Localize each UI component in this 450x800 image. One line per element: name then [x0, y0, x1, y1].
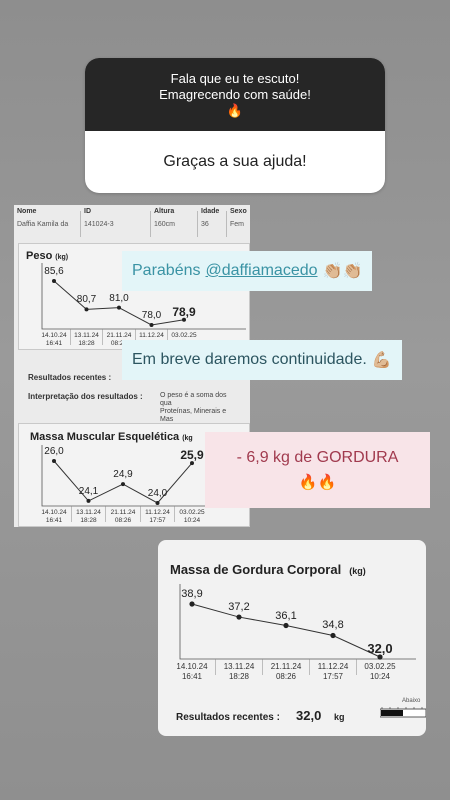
divider — [226, 211, 227, 237]
fat-mass-photo: Massa de Gordura Corporal (kg) 38,9 37,2 36… — [158, 540, 426, 736]
chart-title-text: Peso — [26, 250, 53, 262]
recent-results-unit: kg — [334, 712, 345, 722]
congrats-sticker[interactable]: Parabéns @daffiamacedo 👏🏼👏🏼 — [122, 251, 373, 291]
question-line: Emagrecendo com saúde! — [159, 86, 311, 102]
report-header: Nome Daffia Kamila da ID 141024-3 Altura… — [14, 208, 250, 237]
data-label: 25,9 — [180, 448, 204, 463]
chart-title-text: Massa Muscular Esquelética — [30, 431, 180, 443]
question-line: Fala que eu te escuto! — [170, 70, 300, 86]
header-value: Fem — [230, 221, 244, 228]
interpretation-label: Interpretação dos resultados : — [28, 392, 143, 401]
data-label: 81,0 — [109, 292, 129, 304]
data-point — [121, 482, 125, 487]
fat-loss-text: - 6,9 kg de GORDURA — [236, 449, 399, 466]
scale-bar — [380, 707, 426, 718]
data-label: 78,9 — [172, 304, 196, 319]
header-value: 141024-3 — [84, 221, 114, 228]
fire-emoji: 🔥🔥 — [298, 474, 337, 491]
fat-chart-title: Massa de Gordura Corporal (kg) — [170, 562, 366, 577]
recent-results-label: Resultados recentes : — [28, 373, 112, 382]
header-cell-id: ID 141024-3 — [84, 208, 114, 228]
congrats-text: Parabéns — [132, 262, 201, 279]
divider — [80, 211, 81, 237]
data-label: 85,6 — [44, 266, 64, 277]
data-point — [283, 622, 289, 629]
chart-unit: (kg) — [349, 566, 366, 576]
muscle-chart-title: Massa Muscular Esquelética (kg — [30, 431, 193, 443]
weight-chart-title: Peso (kg) — [26, 250, 68, 262]
clapping-emoji: 👏🏼👏🏼 — [322, 263, 363, 280]
mention-link[interactable]: @daffiamacedo — [206, 262, 318, 280]
series-line — [53, 460, 193, 504]
data-point — [155, 501, 160, 505]
continuity-text: Em breve daremos continuidade. — [132, 351, 367, 368]
header-cell-altura: Altura 160cm — [154, 208, 175, 228]
divider — [197, 211, 198, 237]
scale-label: Abaixo — [402, 698, 421, 704]
interpretation-line: O peso é a soma dos qua — [160, 392, 227, 407]
header-cell-idade: Idade 36 — [201, 208, 219, 228]
x-tick-label: 13.11.24 18:28 — [223, 662, 255, 681]
x-tick-label: 21.11.24 08:26 — [270, 662, 302, 681]
interpretation-line: Proteínas, Minerais e Mas — [160, 408, 227, 423]
data-point — [149, 323, 154, 327]
data-label: 80,7 — [76, 294, 97, 306]
recent-results-value: 32,0 — [296, 708, 322, 723]
data-point — [52, 279, 56, 283]
continuity-sticker[interactable]: Em breve daremos continuidade. 💪🏼 — [122, 340, 402, 380]
fat-chart: 38,9 37,2 36,1 34,8 32,0 14.10.24 16:41 13.11.2… — [168, 584, 418, 694]
data-point — [236, 614, 242, 620]
data-label: 24,0 — [147, 488, 168, 499]
x-tick-label: 14.10.24 16:41 — [41, 509, 67, 524]
data-point — [86, 498, 91, 503]
interpretation-text: O peso é a soma dos qua Proteínas, Miner… — [160, 392, 240, 424]
header-cell-nome: Nome Daffia Kamila da — [17, 208, 68, 228]
x-tick-label: 03.02.2510:24 — [179, 509, 205, 524]
header-value: 160cm — [154, 221, 176, 228]
question-answer: Graças a sua ajuda! — [163, 153, 307, 170]
x-tick-label: 21.11.24 08:26 — [110, 509, 136, 524]
data-label: 32,0 — [367, 641, 393, 656]
fire-emoji: 🔥 — [226, 102, 244, 118]
divider — [150, 211, 151, 237]
data-label: 36,1 — [275, 609, 297, 622]
x-tick-label: 13.11.24 18:28 — [76, 509, 101, 524]
header-label: Idade — [201, 208, 220, 215]
header-cell-sexo: Sexo Fem — [230, 208, 247, 228]
data-label: 24,1 — [78, 485, 99, 497]
data-label: 37,2 — [228, 601, 250, 614]
chart-unit: (kg) — [55, 254, 69, 261]
header-value: Daffia Kamila da — [17, 221, 69, 228]
data-point — [84, 307, 89, 312]
recent-results-label: Resultados recentes : — [176, 712, 280, 723]
data-point — [330, 632, 336, 639]
data-label: 26,0 — [44, 446, 64, 457]
data-point — [52, 459, 56, 463]
chart-unit: (kg — [182, 435, 193, 442]
header-label: Sexo — [230, 208, 247, 215]
x-tick-label: 14.10.24 16:41 — [41, 332, 67, 347]
header-label: ID — [84, 208, 91, 215]
header-label: Nome — [17, 208, 37, 215]
question-header: Fala que eu te escuto! Emagrecendo com s… — [85, 58, 385, 131]
chart-title-text: Massa de Gordura Corporal — [170, 562, 342, 577]
data-label: 78,0 — [141, 310, 162, 321]
flexed-arm-emoji: 💪🏼 — [371, 352, 392, 369]
data-label: 24,9 — [113, 469, 133, 481]
data-label: 34,8 — [322, 619, 344, 632]
header-label: Altura — [154, 208, 175, 215]
header-value: 36 — [201, 221, 209, 228]
x-tick-label: 11.12.2417:57 — [317, 662, 349, 681]
data-point — [189, 601, 195, 607]
x-tick-label: 13.11.24 18:28 — [74, 332, 99, 347]
fat-loss-sticker[interactable]: - 6,9 kg de GORDURA 🔥🔥 — [205, 432, 430, 508]
x-tick-label: 14.10.24 16:41 — [176, 662, 208, 681]
data-label: 38,9 — [181, 588, 203, 600]
question-sticker[interactable]: Fala que eu te escuto! Emagrecendo com s… — [85, 58, 385, 193]
data-point — [117, 305, 121, 310]
x-tick-label: 11.12.2417:57 — [145, 509, 170, 524]
x-tick-label: 03.02.2510:24 — [364, 662, 396, 681]
